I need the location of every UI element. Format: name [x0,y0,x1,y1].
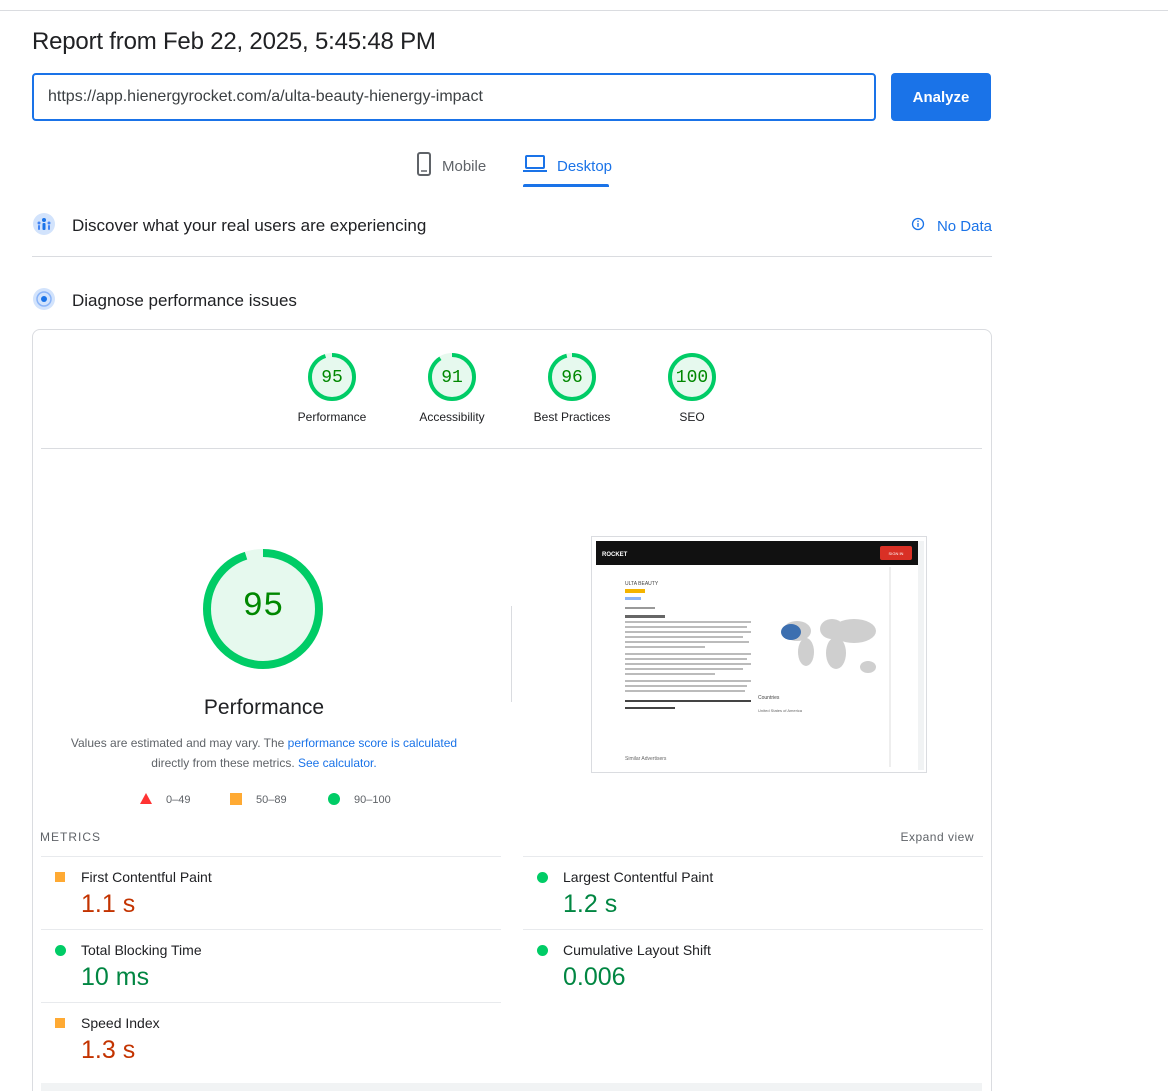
pass-circle-icon [55,945,66,956]
category-name: SEO [679,410,705,424]
diagnose-label: Diagnose performance issues [72,291,297,310]
expand-view-button[interactable]: Expand view [900,830,974,844]
crux-label: Discover what your real users are experi… [72,216,427,235]
category-gauge-seo[interactable]: 100 SEO [632,352,752,424]
performance-description: Values are estimated and may vary. The p… [60,733,468,773]
thumbnail-similar: Similar Advertisers [625,756,667,762]
no-data-label: No Data [936,217,992,235]
thumbnail-heading: ULTA BEAUTY [625,581,659,587]
average-square-icon [55,872,65,882]
crux-section: Discover what your real users are experi… [32,206,992,246]
category-gauge-accessibility[interactable]: 91 Accessibility [392,352,512,424]
metric-label: Total Blocking Time [81,942,202,958]
metric-label: First Contentful Paint [81,869,212,885]
legend-range: 90–100 [354,794,391,806]
legend-pass: 90–100 [328,792,391,808]
metric-value: 1.3 s [81,1036,136,1064]
category-score: 100 [675,368,709,388]
diagnose-icon [32,287,56,316]
category-gauge-performance[interactable]: 95 Performance [272,352,392,424]
legend-average: 50–89 [230,792,287,808]
bottom-bar [41,1083,982,1091]
average-square-icon [55,1018,65,1028]
performance-title: Performance [203,696,325,719]
thumbnail-country: United States of America [758,708,803,713]
thumbnail-signin: SIGN IN [889,551,904,556]
category-score: 95 [321,368,343,388]
page-screenshot-thumbnail[interactable]: ROCKET SIGN IN ULTA BEAUTY Countries Uni… [591,536,927,773]
score-calculation-link[interactable]: performance score is calculated [288,736,457,750]
metric-label: Largest Contentful Paint [563,869,714,885]
see-calculator-link[interactable]: See calculator. [298,756,377,770]
device-tabs: Mobile Desktop [0,146,1022,188]
category-score: 96 [561,368,583,388]
analyze-button[interactable]: Analyze [891,73,991,121]
card-divider [41,448,982,449]
no-data-link[interactable]: No Data [911,217,992,235]
tab-desktop-label: Desktop [557,157,613,175]
metric-value: 10 ms [81,963,150,991]
metric-value: 1.2 s [563,890,618,918]
section-divider [32,256,992,257]
tab-mobile[interactable]: Mobile [416,146,486,186]
tab-mobile-label: Mobile [442,157,487,175]
metric-value: 0.006 [563,963,626,991]
metric-speed-index: Speed Index 1.3 s [41,1002,501,1074]
metric-label: Speed Index [81,1015,160,1031]
metric-cumulative-layout-shift: Cumulative Layout Shift 0.006 [523,929,983,1001]
legend-range: 50–89 [256,794,287,806]
metric-value: 1.1 s [81,890,136,918]
metric-label: Cumulative Layout Shift [563,942,711,958]
legend-fail: 0–49 [140,792,190,808]
category-name: Accessibility [419,410,485,424]
top-divider [0,10,1168,11]
metric-total-blocking-time: Total Blocking Time 10 ms [41,929,501,1001]
thumbnail-countries: Countries [758,695,780,701]
desc-middle: directly from these metrics. [151,756,298,770]
legend-range: 0–49 [166,794,191,806]
svg-text:ROCKET: ROCKET [602,552,628,558]
diagnose-section: Diagnose performance issues [32,281,992,321]
category-name: Performance [297,410,367,424]
tab-selected-indicator [523,184,609,187]
category-gauge-best-practices[interactable]: 96 Best Practices [512,352,632,424]
category-score: 91 [441,368,463,388]
phone-icon [416,152,432,180]
thumbnail-image: ROCKET SIGN IN ULTA BEAUTY Countries Uni… [592,537,926,772]
metrics-header: METRICS Expand view [40,830,982,846]
pass-circle-icon [537,872,548,883]
desc-prefix: Values are estimated and may vary. The [70,736,288,750]
metric-largest-contentful-paint: Largest Contentful Paint 1.2 s [523,856,983,928]
metrics-title: METRICS [40,830,101,844]
square-icon [230,792,242,808]
url-input[interactable] [32,73,876,121]
info-icon [911,217,925,235]
metric-first-contentful-paint: First Contentful Paint 1.1 s [41,856,501,928]
tab-desktop[interactable]: Desktop [523,146,612,186]
category-name: Best Practices [533,410,611,424]
report-title: Report from Feb 22, 2025, 5:45:48 PM [32,28,436,55]
vertical-divider [511,606,512,702]
pass-circle-icon [537,945,548,956]
triangle-icon [140,793,152,807]
laptop-icon [523,155,547,177]
users-icon [32,212,56,241]
circle-icon [328,792,340,808]
performance-score: 95 [242,588,284,626]
